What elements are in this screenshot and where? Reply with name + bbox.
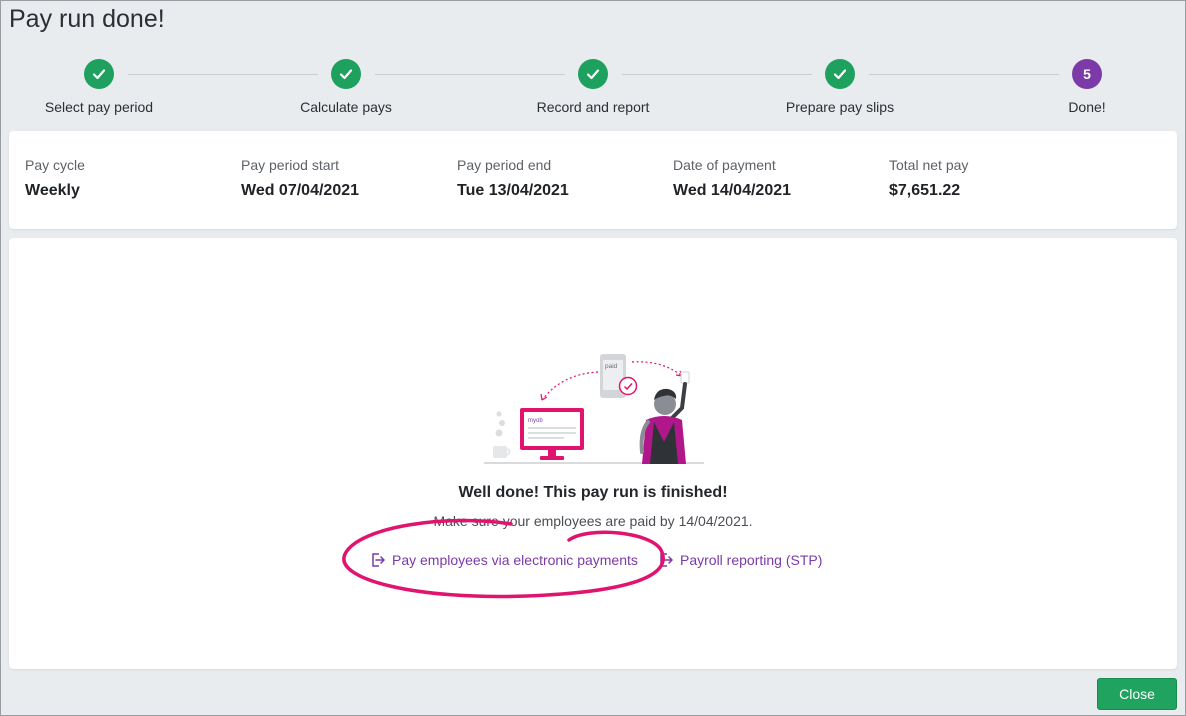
summary-value: Weekly — [25, 182, 80, 199]
summary-value: $7,651.22 — [889, 182, 961, 199]
summary-label: Pay period end — [457, 157, 552, 173]
check-icon — [331, 59, 361, 89]
monitor-logo: myob — [528, 418, 543, 424]
close-button[interactable]: Close — [1097, 678, 1177, 710]
pay-employees-electronic-link[interactable]: Pay employees via electronic payments — [370, 552, 638, 568]
payroll-reporting-stp-link[interactable]: Payroll reporting (STP) — [658, 552, 822, 568]
step-label: Select pay period — [44, 99, 154, 115]
summary-period-end: Pay period end Tue 13/04/2021 — [457, 157, 569, 200]
summary-value: Wed 07/04/2021 — [241, 182, 360, 199]
check-icon — [84, 59, 114, 89]
summary-label: Date of payment — [673, 157, 776, 173]
pay-run-window: Pay run done! Select pay period Calculat… — [0, 0, 1186, 716]
summary-label: Total net pay — [889, 157, 969, 173]
step-calculate-pays: Calculate pays — [256, 59, 436, 115]
summary-total-net-pay: Total net pay $7,651.22 — [889, 157, 968, 200]
step-label: Record and report — [536, 99, 650, 115]
summary-payment-date: Date of payment Wed 14/04/2021 — [673, 157, 791, 200]
page-title: Pay run done! — [9, 5, 165, 33]
check-icon — [825, 59, 855, 89]
external-link-icon — [660, 553, 673, 567]
check-icon — [578, 59, 608, 89]
link-label: Pay employees via electronic payments — [392, 552, 638, 568]
phone-paid-label: paid — [605, 363, 618, 370]
step-record-and-report: Record and report — [503, 59, 683, 115]
summary-period-start: Pay period start Wed 07/04/2021 — [241, 157, 359, 200]
step-label: Prepare pay slips — [785, 99, 895, 115]
external-link-icon — [372, 553, 385, 567]
step-prepare-pay-slips: Prepare pay slips — [750, 59, 930, 115]
pay-run-summary: Pay cycle Weekly Pay period start Wed 07… — [9, 131, 1177, 229]
summary-pay-cycle: Pay cycle Weekly — [25, 157, 85, 200]
summary-label: Pay cycle — [25, 157, 85, 173]
pay-run-complete-illustration: myob paid — [484, 354, 704, 464]
summary-label: Pay period start — [241, 157, 340, 173]
progress-stepper: Select pay period Calculate pays Record … — [1, 59, 1185, 121]
step-label: Calculate pays — [300, 99, 392, 115]
step-select-pay-period: Select pay period — [9, 59, 189, 115]
completion-panel: myob paid Well done! This pay run is fin… — [9, 238, 1177, 669]
completion-heading: Well done! This pay run is finished! — [458, 484, 728, 501]
step-number: 5 — [1072, 59, 1102, 89]
step-done: 5 Done! — [997, 59, 1177, 115]
link-label: Payroll reporting (STP) — [680, 552, 823, 568]
summary-value: Wed 14/04/2021 — [673, 182, 792, 199]
summary-value: Tue 13/04/2021 — [457, 182, 569, 199]
step-label: Done! — [1068, 99, 1106, 115]
completion-subtext: Make sure your employees are paid by 14/… — [433, 513, 753, 529]
